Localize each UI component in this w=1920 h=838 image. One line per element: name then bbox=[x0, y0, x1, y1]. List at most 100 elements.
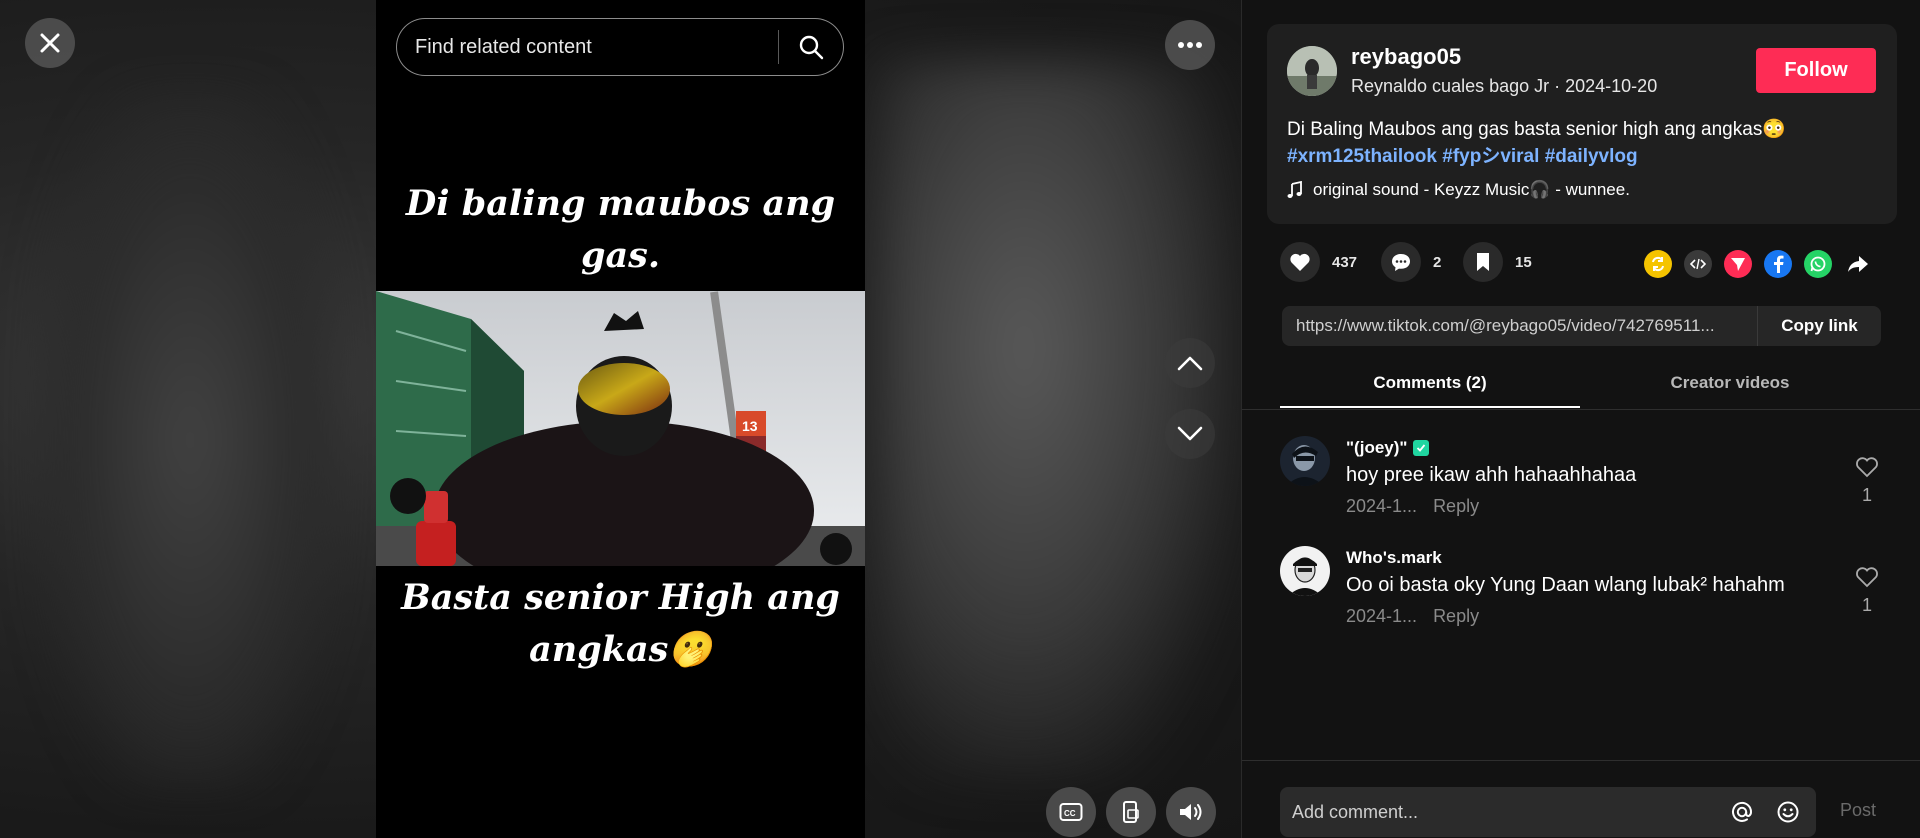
video-caption-bottom: Basta senior High ang angkas🫢 bbox=[401, 577, 840, 670]
send-to-friends-button[interactable] bbox=[1724, 250, 1752, 278]
mention-button[interactable] bbox=[1724, 794, 1760, 830]
commenter-username[interactable]: "(joey)" bbox=[1346, 438, 1430, 458]
close-button[interactable] bbox=[25, 18, 75, 68]
subline-separator: · bbox=[1549, 76, 1566, 96]
composer-divider bbox=[1242, 760, 1920, 761]
comment-date: 2024-1... bbox=[1346, 496, 1418, 516]
facebook-share-button[interactable] bbox=[1764, 250, 1792, 278]
reply-button[interactable]: Reply bbox=[1433, 606, 1479, 627]
bookmark-icon bbox=[1477, 253, 1489, 271]
video-player[interactable]: Di baling maubos ang gas. 13 Basta senio… bbox=[376, 0, 865, 838]
repost-icon bbox=[1652, 256, 1664, 272]
commenter-name: "(joey)" bbox=[1346, 438, 1408, 457]
author-subline: Reynaldo cuales bago Jr · 2024-10-20 bbox=[1351, 76, 1657, 97]
share-link-text[interactable]: https://www.tiktok.com/@reybago05/video/… bbox=[1282, 316, 1757, 336]
hashtag-link[interactable]: #fypシviral bbox=[1442, 146, 1539, 167]
comment-like-count: 1 bbox=[1861, 595, 1872, 615]
comment-text: Oo oi basta oky Yung Daan wlang lubak² h… bbox=[1346, 574, 1785, 596]
comment-button[interactable]: 2 bbox=[1381, 242, 1441, 282]
search-bar[interactable] bbox=[396, 18, 844, 76]
author-display-name: Reynaldo cuales bago Jr bbox=[1351, 76, 1550, 96]
share-arrow-icon bbox=[1848, 256, 1868, 272]
video-stage: Di baling maubos ang gas. 13 Basta senio… bbox=[0, 0, 1241, 838]
volume-button[interactable] bbox=[1166, 787, 1216, 837]
like-count: 437 bbox=[1332, 253, 1358, 271]
chevron-down-icon bbox=[1177, 426, 1203, 441]
closed-captions-icon: CC bbox=[1059, 803, 1083, 821]
sound-name: original sound - Keyzz Music🎧 - wunnee. bbox=[1313, 180, 1630, 199]
background-blur-left bbox=[40, 90, 340, 790]
author-avatar[interactable] bbox=[1287, 46, 1337, 96]
hashtag-link[interactable]: #dailyvlog bbox=[1545, 146, 1638, 167]
post-comment-button[interactable]: Post bbox=[1840, 800, 1876, 821]
chevron-up-icon bbox=[1177, 356, 1203, 371]
save-count: 15 bbox=[1515, 253, 1532, 271]
embed-button[interactable] bbox=[1684, 250, 1712, 278]
comment-like-button[interactable]: 1 bbox=[1852, 456, 1882, 506]
comment-bubble-icon bbox=[1392, 254, 1410, 271]
whatsapp-share-button[interactable] bbox=[1804, 250, 1832, 278]
tab-divider bbox=[1242, 409, 1920, 410]
paper-plane-icon bbox=[1731, 258, 1745, 271]
rotate-screen-button[interactable] bbox=[1106, 787, 1156, 837]
engagement-bar: 437 2 15 bbox=[1280, 242, 1890, 286]
video-description: Di Baling Maubos ang gas basta senior hi… bbox=[1287, 116, 1887, 170]
description-text: Di Baling Maubos ang gas basta senior hi… bbox=[1287, 119, 1786, 140]
commenter-username[interactable]: Who's.mark bbox=[1346, 548, 1442, 568]
post-date: 2024-10-20 bbox=[1565, 76, 1658, 96]
close-icon bbox=[40, 33, 60, 53]
emoji-smile-icon bbox=[1777, 801, 1799, 823]
tab-creator-videos[interactable]: Creator videos bbox=[1580, 362, 1880, 408]
code-embed-icon bbox=[1690, 258, 1706, 270]
more-horizontal-icon bbox=[1178, 42, 1202, 48]
verified-check-icon bbox=[1413, 440, 1430, 456]
author-username[interactable]: reybago05 bbox=[1351, 44, 1461, 70]
search-icon bbox=[799, 35, 824, 60]
heart-outline-icon bbox=[1856, 567, 1878, 588]
previous-video-button[interactable] bbox=[1165, 338, 1215, 388]
comment-date: 2024-1... bbox=[1346, 606, 1418, 626]
video-sign-number: 13 bbox=[742, 418, 758, 434]
captions-button[interactable]: CC bbox=[1046, 787, 1096, 837]
next-video-button[interactable] bbox=[1165, 409, 1215, 459]
comment-like-count: 1 bbox=[1861, 485, 1872, 505]
more-options-button[interactable] bbox=[1165, 20, 1215, 70]
reply-button[interactable]: Reply bbox=[1433, 496, 1479, 517]
comment-meta: 2024-1... Reply bbox=[1346, 606, 1479, 627]
sound-link[interactable]: original sound - Keyzz Music🎧 - wunnee. bbox=[1287, 180, 1630, 200]
device-rotate-icon bbox=[1123, 801, 1139, 823]
speaker-volume-icon bbox=[1180, 804, 1202, 820]
music-note-icon bbox=[1287, 181, 1302, 198]
details-panel: reybago05 Reynaldo cuales bago Jr · 2024… bbox=[1241, 0, 1920, 838]
comment-meta: 2024-1... Reply bbox=[1346, 496, 1479, 517]
more-share-button[interactable] bbox=[1844, 250, 1872, 278]
description-card: reybago05 Reynaldo cuales bago Jr · 2024… bbox=[1267, 24, 1897, 224]
comment-like-button[interactable]: 1 bbox=[1852, 566, 1882, 616]
comment-count: 2 bbox=[1433, 253, 1442, 271]
share-link-row: https://www.tiktok.com/@reybago05/video/… bbox=[1282, 306, 1881, 346]
emoji-button[interactable] bbox=[1770, 794, 1806, 830]
comment-composer bbox=[1280, 787, 1816, 837]
save-button[interactable]: 15 bbox=[1463, 242, 1532, 282]
search-button[interactable] bbox=[779, 18, 843, 76]
like-button[interactable]: 437 bbox=[1280, 242, 1357, 282]
commenter-avatar[interactable] bbox=[1280, 436, 1330, 486]
facebook-icon bbox=[1774, 255, 1784, 273]
commenter-avatar[interactable] bbox=[1280, 546, 1330, 596]
add-comment-input[interactable] bbox=[1280, 801, 1724, 823]
hashtag-link[interactable]: #xrm125thailook bbox=[1287, 146, 1437, 167]
repost-button[interactable] bbox=[1644, 250, 1672, 278]
video-caption-top: Di baling maubos ang gas. bbox=[405, 183, 836, 276]
follow-button[interactable]: Follow bbox=[1756, 48, 1876, 93]
heart-icon bbox=[1290, 253, 1310, 271]
comment-text: hoy pree ikaw ahh hahaahhahaa bbox=[1346, 464, 1637, 486]
at-mention-icon bbox=[1732, 801, 1753, 822]
svg-text:CC: CC bbox=[1064, 809, 1076, 818]
panel-tabs: Comments (2) Creator videos bbox=[1280, 362, 1880, 410]
tab-comments[interactable]: Comments (2) bbox=[1280, 362, 1580, 408]
whatsapp-icon bbox=[1810, 256, 1826, 272]
commenter-name: Who's.mark bbox=[1346, 548, 1442, 567]
heart-outline-icon bbox=[1856, 457, 1878, 478]
copy-link-button[interactable]: Copy link bbox=[1757, 306, 1881, 346]
search-input[interactable] bbox=[397, 35, 778, 59]
